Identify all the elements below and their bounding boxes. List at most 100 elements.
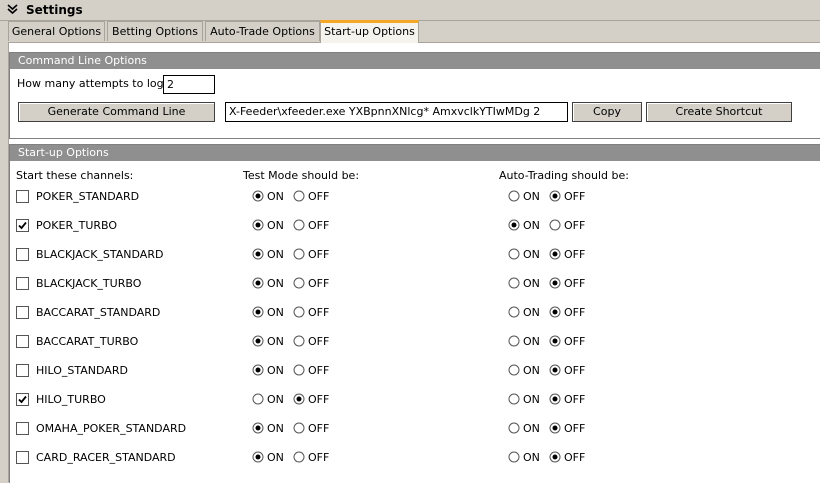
startup-options-group: Start-up Options Start these channels: T… [9,144,820,483]
auto-trading-off-radio[interactable] [549,364,561,376]
test-mode-off-label: OFF [308,248,330,261]
test-mode-on-radio[interactable] [252,451,264,463]
test-mode-off-radio[interactable] [293,393,305,405]
test-mode-off-label: OFF [308,451,330,464]
auto-trading-on-label: ON [523,306,540,319]
auto-trading-on-label: ON [523,248,540,261]
channel-row: CARD_RACER_STANDARD ON OFF ON OFF [10,447,820,469]
test-mode-on-label: ON [267,335,284,348]
channel-name: HILO_TURBO [36,393,106,406]
auto-trading-off-radio[interactable] [549,219,561,231]
test-mode-on-radio[interactable] [252,248,264,260]
channel-name: BLACKJACK_STANDARD [36,248,164,261]
auto-trading-on-radio[interactable] [508,364,520,376]
channel-name: POKER_STANDARD [36,190,140,203]
test-mode-on-radio[interactable] [252,306,264,318]
channel-row: POKER_TURBO ON OFF ON OFF [10,215,820,237]
attempts-label: How many attempts to log in: [17,77,181,90]
auto-trading-on-label: ON [523,335,540,348]
test-mode-off-radio[interactable] [293,277,305,289]
test-mode-off-label: OFF [308,422,330,435]
copy-button[interactable]: Copy [572,102,642,122]
auto-trading-on-radio[interactable] [508,335,520,347]
tab-auto-trade-options[interactable]: Auto-Trade Options [205,21,320,41]
channel-checkbox[interactable] [16,277,29,290]
test-mode-on-radio[interactable] [252,277,264,289]
channel-name: BACCARAT_STANDARD [36,306,161,319]
auto-trading-off-label: OFF [564,335,586,348]
auto-trading-off-label: OFF [564,393,586,406]
auto-trading-on-label: ON [523,364,540,377]
auto-trading-off-label: OFF [564,277,586,290]
auto-trading-off-label: OFF [564,422,586,435]
channel-checkbox[interactable] [16,422,29,435]
auto-trading-on-radio[interactable] [508,277,520,289]
collapse-icon[interactable] [7,4,18,15]
title-bar: Settings [0,0,820,21]
channel-checkbox[interactable] [16,190,29,203]
channel-name: HILO_STANDARD [36,364,128,377]
test-mode-column-label: Test Mode should be: [243,169,360,182]
auto-trading-off-radio[interactable] [549,335,561,347]
create-shortcut-button[interactable]: Create Shortcut [646,102,792,122]
attempts-input[interactable]: 2 [163,75,215,94]
test-mode-on-radio[interactable] [252,190,264,202]
channel-row: HILO_STANDARD ON OFF ON OFF [10,360,820,382]
tab-betting-options[interactable]: Betting Options [107,21,203,41]
auto-trading-off-radio[interactable] [549,422,561,434]
auto-trading-off-radio[interactable] [549,451,561,463]
channel-checkbox[interactable] [16,364,29,377]
channel-checkbox[interactable] [16,393,29,406]
channel-row: BLACKJACK_STANDARD ON OFF ON OFF [10,244,820,266]
auto-trading-on-radio[interactable] [508,393,520,405]
tab-general-options[interactable]: General Options [8,21,105,41]
tab-bar: General Options Betting Options Auto-Tra… [8,20,820,43]
channel-name: CARD_RACER_STANDARD [36,451,176,464]
test-mode-on-label: ON [267,393,284,406]
channel-row: HILO_TURBO ON OFF ON OFF [10,389,820,411]
auto-trading-on-radio[interactable] [508,306,520,318]
auto-trading-on-radio[interactable] [508,451,520,463]
test-mode-off-radio[interactable] [293,306,305,318]
channel-checkbox[interactable] [16,335,29,348]
test-mode-on-radio[interactable] [252,422,264,434]
test-mode-on-label: ON [267,364,284,377]
auto-trading-on-radio[interactable] [508,219,520,231]
test-mode-off-radio[interactable] [293,219,305,231]
generate-command-line-button[interactable]: Generate Command Line [18,102,215,122]
auto-trading-off-radio[interactable] [549,277,561,289]
channel-name: POKER_TURBO [36,219,118,232]
startup-options-header: Start-up Options [10,145,820,161]
channel-checkbox[interactable] [16,306,29,319]
auto-trading-off-label: OFF [564,451,586,464]
auto-trading-off-radio[interactable] [549,190,561,202]
auto-trading-on-radio[interactable] [508,190,520,202]
test-mode-on-label: ON [267,219,284,232]
tab-startup-options[interactable]: Start-up Options [320,20,419,43]
test-mode-off-label: OFF [308,393,330,406]
test-mode-on-radio[interactable] [252,219,264,231]
test-mode-off-radio[interactable] [293,364,305,376]
test-mode-off-radio[interactable] [293,190,305,202]
auto-trading-off-radio[interactable] [549,393,561,405]
test-mode-off-radio[interactable] [293,248,305,260]
test-mode-on-radio[interactable] [252,393,264,405]
auto-trading-off-label: OFF [564,364,586,377]
test-mode-off-radio[interactable] [293,451,305,463]
auto-trading-on-radio[interactable] [508,248,520,260]
channel-checkbox[interactable] [16,248,29,261]
test-mode-off-radio[interactable] [293,335,305,347]
channel-checkbox[interactable] [16,451,29,464]
test-mode-off-radio[interactable] [293,422,305,434]
test-mode-on-radio[interactable] [252,364,264,376]
auto-trading-on-radio[interactable] [508,422,520,434]
auto-trading-on-label: ON [523,190,540,203]
auto-trading-off-radio[interactable] [549,306,561,318]
channel-checkbox[interactable] [16,219,29,232]
command-line-field[interactable]: X-Feeder\xfeeder.exe YXBpnnXNlcg* Amxvcl… [225,102,568,122]
auto-trading-off-radio[interactable] [549,248,561,260]
auto-trading-column-label: Auto-Trading should be: [499,169,629,182]
auto-trading-off-label: OFF [564,248,586,261]
test-mode-on-radio[interactable] [252,335,264,347]
test-mode-off-label: OFF [308,335,330,348]
